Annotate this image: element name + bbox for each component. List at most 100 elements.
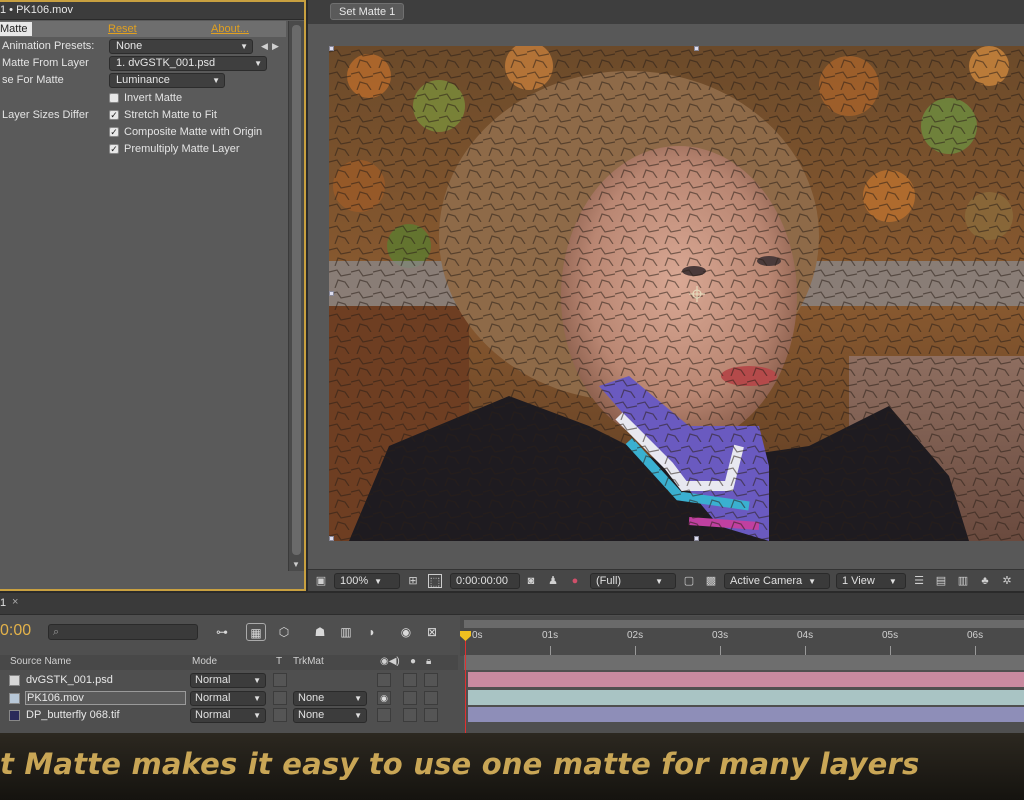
work-area-bar[interactable] bbox=[464, 655, 1024, 670]
layer-search-input[interactable]: ⌕ bbox=[48, 624, 198, 640]
layer-handle[interactable] bbox=[329, 536, 334, 541]
composition-viewer[interactable] bbox=[329, 46, 1024, 541]
layer-name[interactable]: PK106.mov bbox=[25, 691, 186, 705]
composition-tab[interactable]: Set Matte 1 bbox=[330, 3, 405, 20]
eye-icon[interactable]: ◉ bbox=[377, 691, 391, 705]
lock-icon[interactable]: 🔒︎ bbox=[426, 656, 431, 667]
flowchart-icon[interactable]: ♣ bbox=[978, 574, 992, 588]
always-preview-icon[interactable]: ▣ bbox=[314, 574, 328, 588]
next-preset-icon[interactable]: ▶ bbox=[272, 41, 279, 52]
layer-duration-bar[interactable] bbox=[468, 672, 1024, 687]
timeline-tab[interactable]: 1 bbox=[0, 597, 6, 609]
live-update-icon[interactable]: ▦ bbox=[246, 623, 266, 641]
video-visibility-toggle[interactable] bbox=[377, 708, 391, 722]
motion-blur-icon[interactable]: ◗ bbox=[362, 623, 382, 641]
layer-handle[interactable] bbox=[694, 46, 699, 51]
layer-name[interactable]: DP_butterfly 068.tif bbox=[26, 709, 120, 721]
current-time-field[interactable]: 0:00:00:00 bbox=[450, 573, 520, 589]
safe-margins-icon[interactable]: ⊞ bbox=[406, 574, 420, 588]
scrollbar-thumb[interactable] bbox=[292, 25, 301, 555]
effect-name[interactable]: Matte bbox=[0, 22, 32, 36]
magnification-dropdown[interactable]: 100% ▼ bbox=[334, 573, 400, 589]
fast-previews-icon[interactable]: ▤ bbox=[934, 574, 948, 588]
layer-mode-dropdown[interactable]: Normal ▼ bbox=[190, 691, 266, 706]
time-navigator[interactable] bbox=[464, 620, 1024, 628]
layer-mode-dropdown[interactable]: Normal ▼ bbox=[190, 673, 266, 688]
timeline-timecode[interactable]: 0:00 bbox=[0, 622, 31, 640]
ruler-tick-label: 0s bbox=[472, 630, 483, 641]
composition-panel: Set Matte 1 ▣ 100% ▼ ⊞ ⬚ 0:00:00:00 ◙ ♟ … bbox=[308, 0, 1024, 591]
preserve-transparency-toggle[interactable] bbox=[273, 708, 287, 722]
matte-from-layer-value: 1. dvGSTK_001.psd bbox=[116, 57, 216, 69]
stretch-matte-checkbox[interactable]: ✓ bbox=[109, 110, 119, 120]
lock-toggle[interactable] bbox=[424, 673, 438, 687]
region-of-interest-icon[interactable]: ▢ bbox=[682, 574, 696, 588]
hide-shy-layers-icon[interactable]: ☗ bbox=[310, 623, 330, 641]
matte-from-layer-dropdown[interactable]: 1. dvGSTK_001.psd ▼ bbox=[109, 56, 267, 71]
layer-row[interactable]: PK106.mov Normal ▼ None ▼ ◉ bbox=[0, 690, 458, 707]
snapshot-icon[interactable]: ◙ bbox=[524, 574, 538, 588]
layer-handle[interactable] bbox=[329, 291, 334, 296]
exposure-icon[interactable]: ✲ bbox=[1000, 574, 1014, 588]
layer-handle[interactable] bbox=[329, 46, 334, 51]
solo-toggle[interactable] bbox=[403, 708, 417, 722]
solo-toggle[interactable] bbox=[403, 673, 417, 687]
premultiply-matte-checkbox[interactable]: ✓ bbox=[109, 144, 119, 154]
camera-view-dropdown[interactable]: Active Camera ▼ bbox=[724, 573, 830, 589]
effect-controls-tab[interactable]: 1 • PK106.mov bbox=[0, 2, 81, 20]
track-matte-dropdown[interactable]: None ▼ bbox=[293, 708, 367, 723]
timeline-tabbar: 1 × bbox=[0, 593, 1024, 615]
lock-toggle[interactable] bbox=[424, 691, 438, 705]
draft-3d-icon[interactable]: ⬡ bbox=[274, 623, 294, 641]
channel-icon[interactable]: ● bbox=[568, 574, 582, 588]
toggle-pixel-aspect-icon[interactable]: ☰ bbox=[912, 574, 926, 588]
mode-header[interactable]: Mode bbox=[192, 656, 217, 667]
layer-handle[interactable] bbox=[694, 536, 699, 541]
scroll-down-arrow-icon[interactable]: ▼ bbox=[292, 560, 300, 569]
lock-toggle[interactable] bbox=[424, 708, 438, 722]
source-name-header[interactable]: Source Name bbox=[10, 656, 71, 667]
tutorial-caption-text: t Matte makes it easy to use one matte f… bbox=[0, 747, 920, 781]
layer-row[interactable]: dvGSTK_001.psd Normal ▼ bbox=[0, 672, 458, 689]
close-icon[interactable]: × bbox=[12, 596, 18, 608]
preserve-transparency-toggle[interactable] bbox=[273, 691, 287, 705]
frame-blending-icon[interactable]: ▥ bbox=[336, 623, 356, 641]
use-for-matte-dropdown[interactable]: Luminance ▼ bbox=[109, 73, 225, 88]
solo-toggle[interactable] bbox=[403, 691, 417, 705]
layer-name[interactable]: dvGSTK_001.psd bbox=[26, 674, 113, 686]
graph-editor-icon[interactable]: ⊠ bbox=[422, 623, 442, 641]
track-matte-header[interactable]: TrkMat bbox=[293, 656, 324, 667]
reset-link[interactable]: Reset bbox=[108, 23, 137, 35]
composition-mini-flowchart-icon[interactable]: ⊶ bbox=[212, 623, 232, 641]
video-switch-icon[interactable]: ◉◀) bbox=[380, 656, 400, 667]
resolution-dropdown[interactable]: (Full) ▼ bbox=[590, 573, 676, 589]
animation-presets-dropdown[interactable]: None ▼ bbox=[109, 39, 253, 54]
layer-duration-bar[interactable] bbox=[468, 690, 1024, 705]
video-visibility-toggle[interactable] bbox=[377, 673, 391, 687]
brainstorm-icon[interactable]: ◉ bbox=[396, 623, 416, 641]
composite-matte-checkbox[interactable]: ✓ bbox=[109, 127, 119, 137]
mask-visibility-icon[interactable]: ⬚ bbox=[428, 574, 442, 588]
previous-preset-icon[interactable]: ◀ bbox=[261, 41, 268, 52]
track-matte-dropdown[interactable]: None ▼ bbox=[293, 691, 367, 706]
layer-mode-dropdown[interactable]: Normal ▼ bbox=[190, 708, 266, 723]
time-ruler[interactable]: 0s 01s 02s 03s 04s 05s 06s bbox=[460, 616, 1024, 656]
show-snapshot-icon[interactable]: ♟ bbox=[546, 574, 560, 588]
transparency-grid-icon[interactable]: ▩ bbox=[704, 574, 718, 588]
effect-controls-scrollbar[interactable]: ▼ bbox=[288, 21, 304, 571]
about-link[interactable]: About... bbox=[211, 23, 249, 35]
tif-file-icon bbox=[9, 710, 20, 721]
current-time-indicator[interactable] bbox=[465, 631, 466, 733]
layer-duration-bar[interactable] bbox=[468, 707, 1024, 722]
solo-icon[interactable]: ● bbox=[410, 656, 416, 667]
timeline-icon[interactable]: ▥ bbox=[956, 574, 970, 588]
view-layout-dropdown[interactable]: 1 View ▼ bbox=[836, 573, 906, 589]
chevron-down-icon: ▼ bbox=[253, 694, 261, 703]
layer-column-headers: Source Name Mode T TrkMat ◉◀) ● 🔒︎ bbox=[0, 655, 458, 670]
layer-row[interactable]: DP_butterfly 068.tif Normal ▼ None ▼ bbox=[0, 707, 458, 724]
chevron-down-icon: ▼ bbox=[655, 577, 663, 586]
preserve-transparency-header[interactable]: T bbox=[276, 656, 282, 667]
chevron-down-icon: ▼ bbox=[254, 59, 262, 68]
preserve-transparency-toggle[interactable] bbox=[273, 673, 287, 687]
invert-matte-checkbox[interactable] bbox=[109, 93, 119, 103]
